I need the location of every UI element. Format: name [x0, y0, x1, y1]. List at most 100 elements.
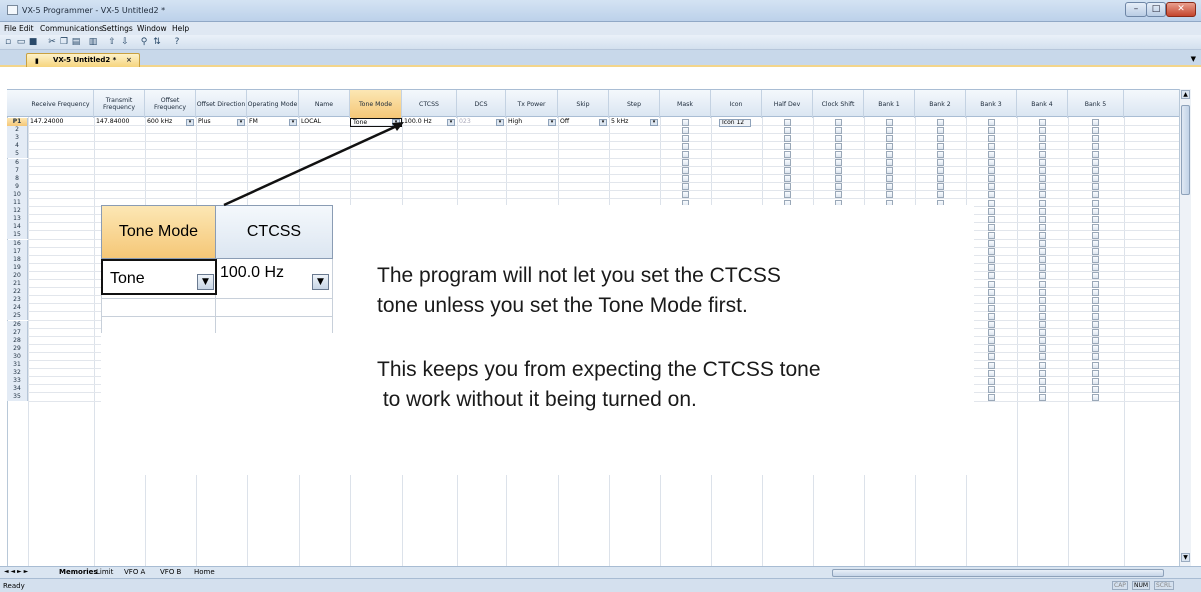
checkbox-bank-4[interactable]	[1039, 256, 1046, 264]
checkbox-bank-3[interactable]	[988, 369, 995, 377]
checkbox-bank-4[interactable]	[1039, 134, 1046, 142]
column-header-step[interactable]: Step	[609, 90, 660, 118]
checkbox-clock-shift[interactable]	[835, 118, 842, 126]
find-icon[interactable]: ⚲	[138, 36, 150, 48]
checkbox-half-dev[interactable]	[784, 159, 791, 166]
upload-icon[interactable]: ⇧	[106, 36, 118, 48]
checkbox-bank-3[interactable]	[988, 142, 995, 150]
checkbox-bank-3[interactable]	[988, 337, 995, 345]
checkbox-bank-5[interactable]	[1092, 345, 1099, 353]
checkbox-bank-3[interactable]	[988, 329, 995, 337]
menu-window[interactable]: Window	[137, 24, 167, 33]
checkbox-bank-5[interactable]	[1092, 167, 1099, 175]
checkbox-clock-shift[interactable]	[835, 175, 842, 183]
checkbox-bank-3[interactable]	[988, 159, 995, 166]
checkbox-bank-3[interactable]	[988, 150, 995, 158]
download-icon[interactable]: ⇩	[119, 36, 131, 48]
row-header[interactable]: 10	[7, 190, 28, 199]
checkbox-bank-4[interactable]	[1039, 264, 1046, 272]
checkbox-bank-3[interactable]	[988, 272, 995, 280]
checkbox-bank-5[interactable]	[1092, 207, 1099, 215]
checkbox-bank-5[interactable]	[1092, 264, 1099, 272]
row-header[interactable]: 30	[7, 352, 28, 361]
row-header[interactable]: 24	[7, 304, 28, 313]
checkbox-bank-3[interactable]	[988, 240, 995, 247]
checkbox-bank-5[interactable]	[1092, 361, 1099, 369]
help-icon[interactable]: ?	[171, 36, 183, 48]
checkbox-bank-3[interactable]	[988, 312, 995, 320]
print-icon[interactable]: ▥	[87, 36, 99, 48]
row-header[interactable]: 23	[7, 296, 28, 305]
vertical-scroll-thumb[interactable]	[1181, 105, 1190, 195]
column-header-receive-frequency[interactable]: Receive Frequency	[28, 90, 94, 118]
checkbox-mask[interactable]	[682, 150, 689, 158]
checkbox-bank-3[interactable]	[988, 207, 995, 215]
row-header[interactable]: 8	[7, 174, 28, 183]
menu-communications[interactable]: Communications	[40, 24, 103, 33]
row-header[interactable]: 11	[7, 199, 28, 207]
sheet-tab-vfo-a[interactable]: VFO A	[124, 568, 145, 576]
save-icon[interactable]: ■	[27, 36, 39, 48]
checkbox-bank-4[interactable]	[1039, 215, 1046, 223]
checkbox-bank-4[interactable]	[1039, 167, 1046, 175]
checkbox-bank-4[interactable]	[1039, 337, 1046, 345]
checkbox-clock-shift[interactable]	[835, 126, 842, 134]
checkbox-half-dev[interactable]	[784, 118, 791, 126]
checkbox-bank-1[interactable]	[886, 142, 893, 150]
row-header[interactable]: 16	[7, 239, 28, 248]
checkbox-bank-5[interactable]	[1092, 329, 1099, 337]
cell-name[interactable]: LOCAL	[299, 118, 350, 126]
checkbox-bank-3[interactable]	[988, 223, 995, 231]
checkbox-bank-5[interactable]	[1092, 215, 1099, 223]
sheet-tab-vfo-b[interactable]: VFO B	[160, 568, 181, 576]
column-header-offset-frequency[interactable]: Offset Frequency	[145, 90, 196, 118]
maximize-button[interactable]: □	[1146, 2, 1166, 17]
checkbox-half-dev[interactable]	[784, 175, 791, 183]
checkbox-bank-3[interactable]	[988, 167, 995, 175]
column-header-transmit-frequency[interactable]: Transmit Frequency	[94, 90, 145, 118]
sheet-nav-icons[interactable]: ◄ ◄ ► ►	[4, 568, 28, 575]
row-header[interactable]: 7	[7, 166, 28, 175]
checkbox-bank-2[interactable]	[937, 150, 944, 158]
checkbox-bank-3[interactable]	[988, 256, 995, 264]
checkbox-bank-4[interactable]	[1039, 272, 1046, 280]
row-header[interactable]: 25	[7, 312, 28, 321]
checkbox-bank-5[interactable]	[1092, 353, 1099, 361]
menu-settings[interactable]: Settings	[102, 24, 133, 33]
checkbox-bank-3[interactable]	[988, 191, 995, 199]
menu-help[interactable]: Help	[172, 24, 189, 33]
checkbox-bank-4[interactable]	[1039, 248, 1046, 256]
row-header[interactable]: 4	[7, 142, 28, 151]
checkbox-bank-5[interactable]	[1092, 385, 1099, 393]
row-header[interactable]: 12	[7, 207, 28, 216]
checkbox-clock-shift[interactable]	[835, 159, 842, 166]
checkbox-bank-4[interactable]	[1039, 296, 1046, 304]
column-header-clock-shift[interactable]: Clock Shift	[813, 90, 864, 118]
menu-edit[interactable]: Edit	[19, 24, 34, 33]
horizontal-scroll-thumb[interactable]	[832, 569, 1164, 577]
checkbox-half-dev[interactable]	[784, 126, 791, 134]
checkbox-bank-3[interactable]	[988, 183, 995, 191]
column-header-skip[interactable]: Skip	[558, 90, 609, 118]
checkbox-bank-4[interactable]	[1039, 175, 1046, 183]
cell-dropdown-icon[interactable]: ▾	[496, 119, 504, 126]
checkbox-bank-2[interactable]	[937, 175, 944, 183]
row-header[interactable]: 3	[7, 134, 28, 143]
checkbox-bank-4[interactable]	[1039, 361, 1046, 369]
row-header[interactable]: 22	[7, 288, 28, 297]
checkbox-bank-2[interactable]	[937, 126, 944, 134]
column-header-operating-mode[interactable]: Operating Mode	[247, 90, 299, 118]
checkbox-bank-5[interactable]	[1092, 369, 1099, 377]
checkbox-bank-3[interactable]	[988, 361, 995, 369]
checkbox-bank-2[interactable]	[937, 191, 944, 199]
row-header[interactable]: 9	[7, 182, 28, 191]
checkbox-bank-3[interactable]	[988, 296, 995, 304]
column-header-half-dev[interactable]: Half Dev	[762, 90, 813, 118]
checkbox-half-dev[interactable]	[784, 191, 791, 199]
cell-dropdown-icon[interactable]: ▾	[447, 119, 455, 126]
tab-list-dropdown-icon[interactable]: ▼	[1191, 55, 1196, 63]
checkbox-half-dev[interactable]	[784, 142, 791, 150]
checkbox-half-dev[interactable]	[784, 150, 791, 158]
document-tab[interactable]: ▮ VX-5 Untitled2 * ×	[26, 53, 140, 67]
checkbox-bank-4[interactable]	[1039, 199, 1046, 207]
